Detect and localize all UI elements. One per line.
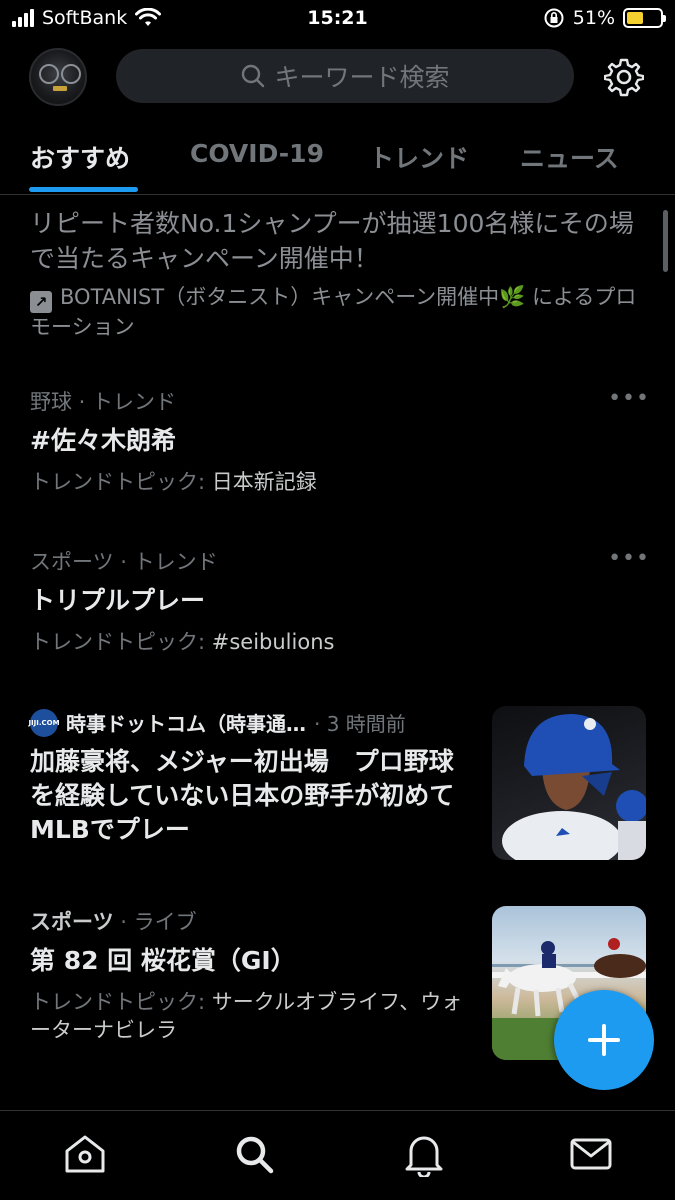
promo-by-text: BOTANIST（ボタニスト）キャンペーン開催中🌿 によるプロモーション	[30, 285, 637, 339]
explore-feed[interactable]: リピート者数No.1シャンプーが抽選100名様にその場で当たるキャンペーン開催中…	[0, 196, 675, 1110]
search-icon	[242, 64, 265, 88]
trend-title: #佐々木朗希	[30, 426, 176, 455]
search-placeholder: キーワード検索	[274, 63, 450, 92]
promoted-icon: ↗	[30, 291, 52, 313]
battery-icon	[623, 8, 666, 28]
live-category: スポーツ · ライブ	[30, 908, 470, 936]
more-options-icon[interactable]: •••	[608, 386, 650, 411]
news-source-row: JIJI.COM 時事ドットコム（時事通… · 3 時間前	[28, 708, 470, 737]
more-options-icon[interactable]: •••	[608, 546, 650, 571]
gear-icon[interactable]	[604, 57, 644, 97]
bell-icon[interactable]	[401, 1131, 447, 1177]
live-topic: トレンドトピック: サークルオブライフ、ウォーターナビレラ	[30, 988, 470, 1044]
avatar[interactable]	[29, 48, 87, 106]
orientation-lock-icon	[544, 8, 564, 28]
trend-topic: トレンドトピック: 日本新記録	[30, 468, 650, 496]
trend-topic-label: トレンドトピック:	[30, 470, 212, 494]
bottom-navigation	[0, 1110, 675, 1200]
trend-topic-value: 日本新記録	[211, 470, 317, 494]
tab-covid[interactable]: COVID-19	[190, 139, 324, 168]
promo-attribution[interactable]: ↗ BOTANIST（ボタニスト）キャンペーン開催中🌿 によるプロモーション	[30, 283, 650, 341]
news-item[interactable]: JIJI.COM 時事ドットコム（時事通… · 3 時間前 加藤豪将、メジャー初…	[28, 708, 470, 847]
live-topic-label: トレンドトピック:	[30, 990, 212, 1014]
mail-icon[interactable]	[568, 1131, 614, 1177]
news-time: · 3 時間前	[314, 712, 406, 736]
compose-button[interactable]	[554, 990, 654, 1090]
tab-recommended[interactable]: おすすめ	[30, 139, 130, 175]
trend-topic-value: #seibulions	[211, 630, 335, 654]
active-tab-indicator	[29, 187, 138, 192]
live-item[interactable]: スポーツ · ライブ 第 82 回 桜花賞（GI） トレンドトピック: サークル…	[30, 908, 470, 1044]
plus-icon	[588, 1024, 620, 1056]
baseball-player-image	[502, 714, 646, 860]
trend-title: トリプルプレー	[30, 586, 206, 615]
home-icon[interactable]	[62, 1131, 108, 1177]
top-header: キーワード検索	[0, 40, 675, 112]
news-source-name: 時事ドットコム（時事通…	[66, 712, 306, 736]
news-title: 加藤豪将、メジャー初出場 プロ野球を経験していない日本の野手が初めてMLBでプレ…	[30, 747, 455, 844]
trend-item[interactable]: 野球 · トレンド ••• #佐々木朗希 トレンドトピック: 日本新記録	[30, 386, 650, 496]
live-category-main: スポーツ	[30, 910, 114, 934]
news-source-logo: JIJI.COM	[28, 708, 60, 737]
trend-category: スポーツ · トレンド	[30, 550, 218, 574]
trend-topic-label: トレンドトピック:	[30, 630, 212, 654]
trend-item[interactable]: スポーツ · トレンド ••• トリプルプレー トレンドトピック: #seibu…	[30, 546, 650, 656]
tab-bar: おすすめ COVID-19 トレンド ニュース	[0, 112, 675, 195]
search-icon[interactable]	[231, 1131, 277, 1177]
promo-text[interactable]: リピート者数No.1シャンプーが抽選100名様にその場で当たるキャンペーン開催中…	[30, 206, 650, 276]
tab-news[interactable]: ニュース	[520, 139, 619, 175]
live-title: 第 82 回 桜花賞（GI）	[30, 946, 296, 975]
scrollbar[interactable]	[663, 210, 668, 272]
trend-category: 野球 · トレンド	[30, 390, 177, 414]
tab-trends[interactable]: トレンド	[369, 139, 469, 175]
battery-percent: 51%	[572, 7, 615, 29]
news-thumbnail[interactable]	[492, 706, 646, 860]
trend-topic: トレンドトピック: #seibulions	[30, 628, 650, 656]
search-input[interactable]: キーワード検索	[116, 49, 574, 103]
live-category-rest: · ライブ	[113, 910, 197, 934]
status-bar: SoftBank 15:21 51%	[0, 0, 675, 40]
